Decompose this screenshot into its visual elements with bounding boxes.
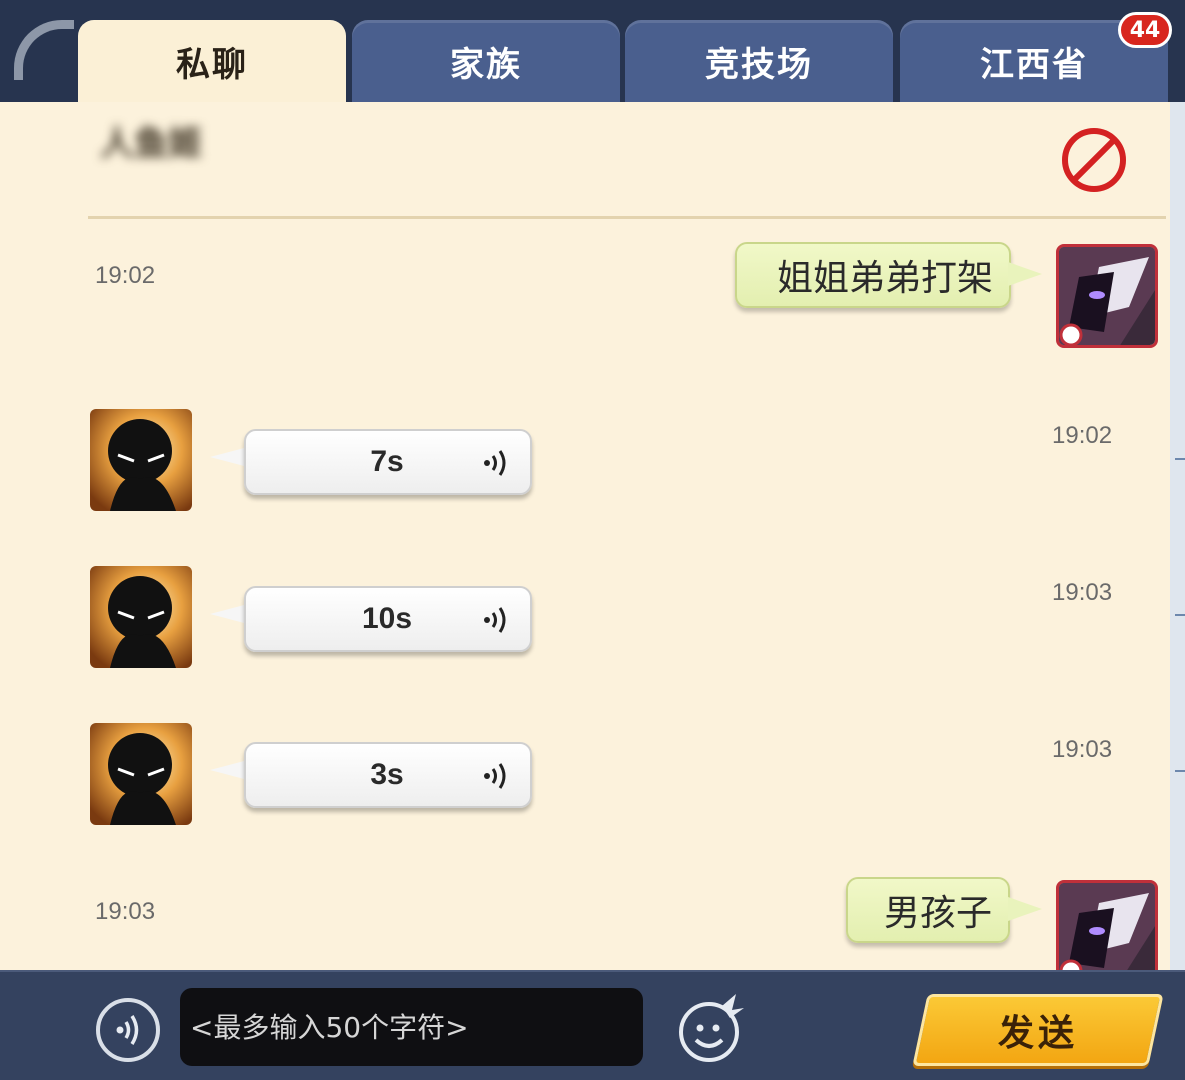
message-text: 男孩子 — [883, 893, 992, 934]
other-avatar[interactable] — [90, 566, 192, 668]
message-timestamp: 19:02 — [1052, 422, 1113, 449]
voice-message-bubble[interactable]: 3s — [244, 742, 532, 808]
message-timestamp: 19:03 — [95, 898, 156, 925]
other-avatar[interactable] — [90, 409, 192, 511]
voice-input-button[interactable] — [96, 998, 160, 1062]
chat-panel: 人鱼姬 19:02 姐姐弟弟打架 7s 19:02 10s 19:03 3s 1… — [0, 102, 1170, 970]
tab-label: 私聊 — [176, 44, 248, 85]
bubble-tail — [1008, 262, 1042, 286]
bubble-tail — [210, 447, 248, 467]
message-timestamp: 19:02 — [95, 262, 156, 289]
send-button[interactable]: 发送 — [912, 994, 1164, 1066]
emoji-icon[interactable] — [676, 990, 750, 1064]
voice-wave-icon — [484, 450, 506, 476]
voice-wave-icon — [116, 1015, 139, 1045]
tab-arena[interactable]: 竞技场 — [625, 20, 893, 102]
self-text-bubble[interactable]: 男孩子 — [846, 877, 1010, 943]
send-label: 发送 — [997, 1013, 1078, 1054]
self-avatar[interactable] — [1056, 244, 1158, 348]
tab-label: 竞技场 — [705, 44, 813, 85]
contact-name: 人鱼姬 — [100, 124, 202, 164]
tab-private-chat[interactable]: 私聊 — [78, 20, 346, 102]
input-bar: 发送 — [0, 970, 1185, 1080]
bubble-tail — [1008, 897, 1042, 921]
top-bar: 私聊 家族 竞技场 江西省 44 — [0, 0, 1185, 102]
tab-label: 家族 — [450, 44, 522, 85]
self-text-bubble[interactable]: 姐姐弟弟打架 — [735, 242, 1011, 308]
voice-wave-icon — [484, 607, 506, 633]
message-text: 姐姐弟弟打架 — [776, 258, 993, 299]
other-avatar[interactable] — [90, 723, 192, 825]
side-panel-edge — [1170, 102, 1185, 970]
bubble-tail — [210, 604, 248, 624]
message-timestamp: 19:03 — [1052, 736, 1113, 763]
bubble-tail — [210, 760, 248, 780]
chat-input[interactable] — [180, 988, 643, 1066]
voice-wave-icon — [484, 763, 506, 789]
unread-badge: 44 — [1118, 12, 1172, 48]
message-timestamp: 19:03 — [1052, 579, 1113, 606]
voice-message-bubble[interactable]: 7s — [244, 429, 532, 495]
self-avatar[interactable] — [1056, 880, 1158, 970]
header-divider — [88, 216, 1166, 219]
voice-message-bubble[interactable]: 10s — [244, 586, 532, 652]
tab-label: 江西省 — [980, 44, 1088, 85]
tab-family[interactable]: 家族 — [352, 20, 620, 102]
back-arc-icon[interactable] — [14, 20, 74, 80]
block-icon[interactable] — [1060, 126, 1128, 194]
